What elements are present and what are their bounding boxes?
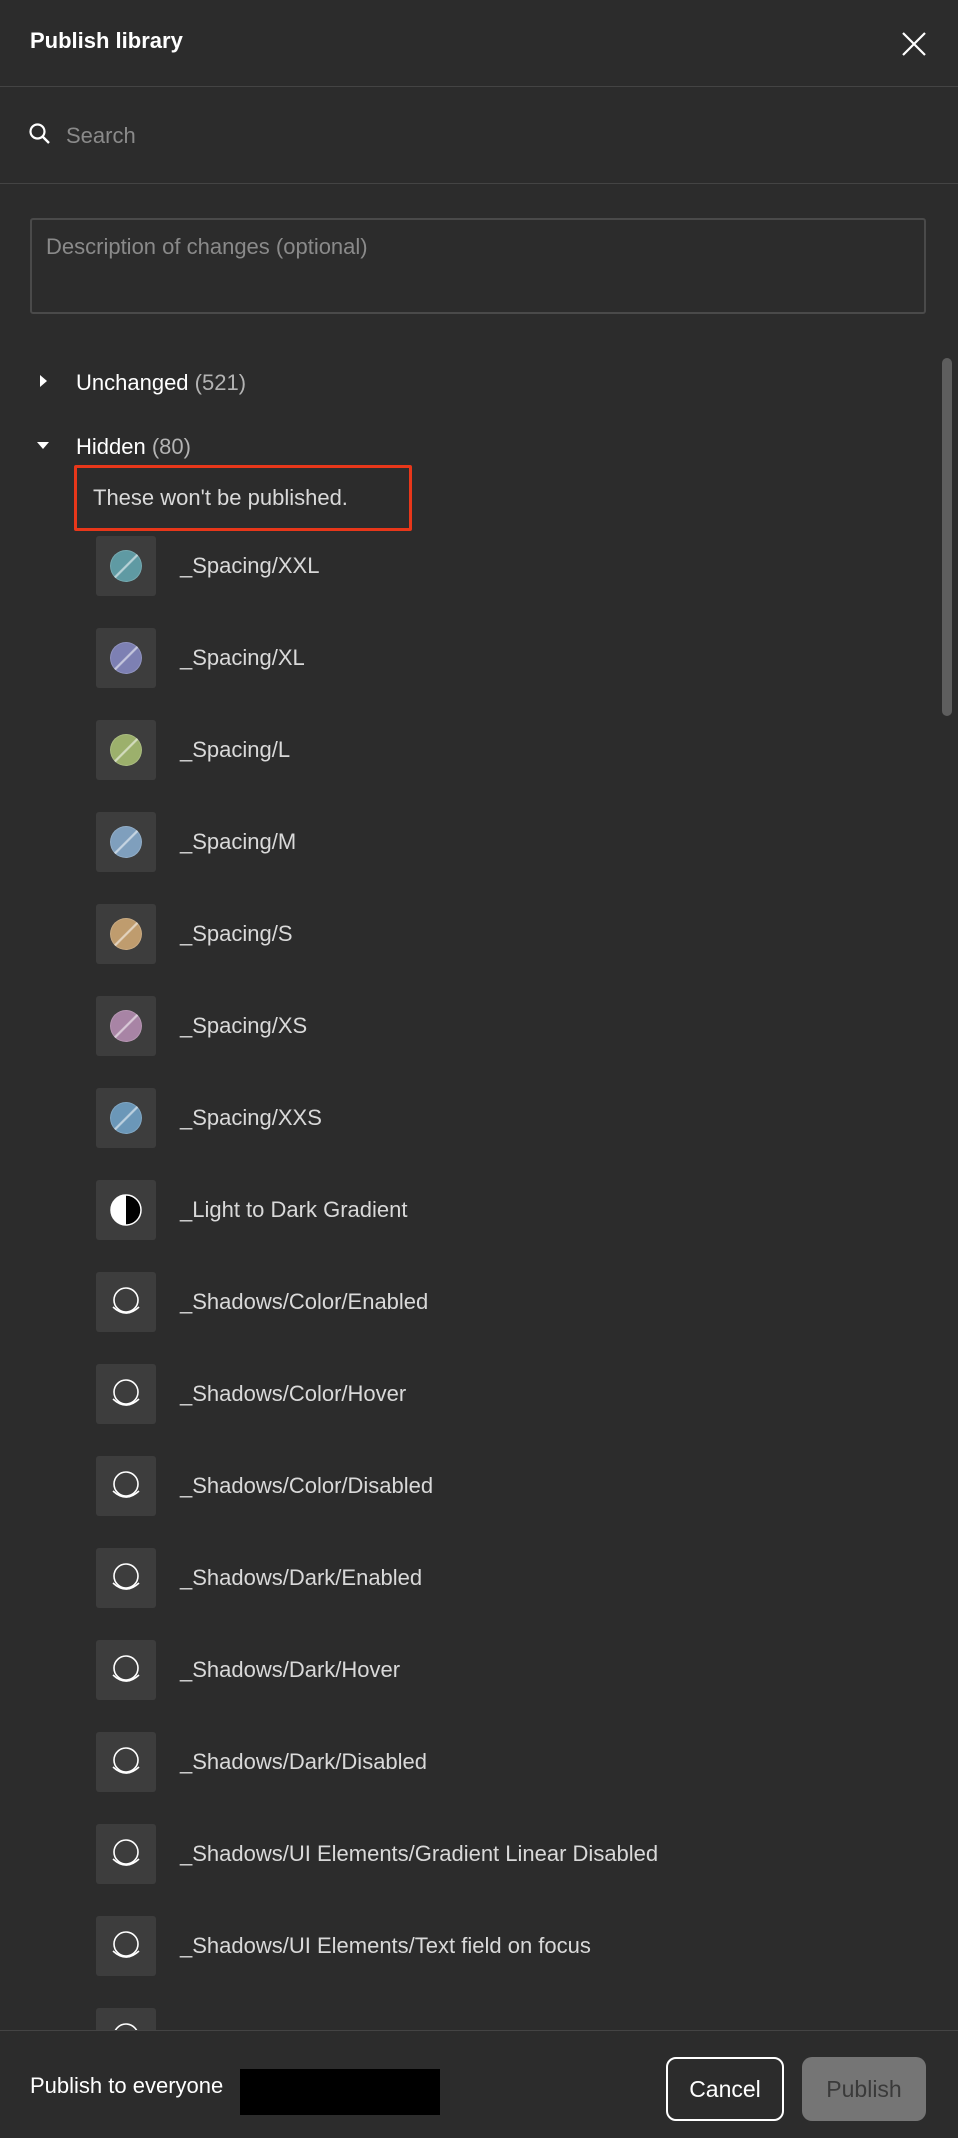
color-swatch-icon (110, 1102, 142, 1134)
dialog-title: Publish library (30, 28, 183, 53)
list-item[interactable]: _Spacing/XXL (0, 536, 940, 628)
list-item[interactable]: _Shadows/UI Elements/Text field on focus (0, 1916, 940, 2008)
gradient-swatch-icon (110, 1194, 142, 1226)
style-thumbnail (96, 536, 156, 596)
style-thumbnail (96, 1640, 156, 1700)
style-label: _Spacing/S (180, 921, 293, 946)
close-button[interactable] (896, 26, 932, 62)
style-label: _Shadows/Color/Disabled (180, 1473, 434, 1498)
style-thumbnail (96, 720, 156, 780)
shadow-effect-icon (114, 2023, 138, 2030)
redacted-area (240, 2069, 440, 2115)
list-item[interactable]: _Spacing/XS (0, 996, 940, 1088)
list-item[interactable]: _Spacing/XXS (0, 1088, 940, 1180)
scrollbar-thumb[interactable] (942, 358, 952, 716)
style-thumbnail (96, 1180, 156, 1240)
style-label: _Shadows/Dark/Enabled (180, 1565, 423, 1590)
style-thumbnail (96, 628, 156, 688)
shadow-effect-icon (112, 1931, 140, 1958)
search-icon (29, 123, 50, 144)
style-thumbnail (96, 996, 156, 1056)
color-swatch-icon (110, 550, 142, 582)
style-label: _Light to Dark Gradient (180, 1197, 408, 1222)
list-item[interactable]: _Shadows/Dark/Enabled (0, 1548, 940, 1640)
shadow-effect-icon (112, 1379, 140, 1406)
color-swatch-icon (110, 1010, 142, 1042)
group-unchanged-count: (521) (194, 370, 247, 395)
style-label: _Spacing/XXL (180, 553, 320, 578)
group-unchanged-name: Unchanged (76, 370, 189, 395)
publish-to-label: Publish to everyone (30, 2073, 224, 2098)
list-item[interactable] (0, 2008, 940, 2030)
group-hidden-label: Hidden (80) (76, 434, 191, 460)
color-swatch-icon (110, 918, 142, 950)
style-label: _Spacing/XXS (180, 1105, 322, 1130)
group-unchanged-toggle[interactable]: Unchanged (521) (0, 362, 940, 402)
shadow-effect-icon (112, 1287, 140, 1314)
list-item[interactable]: _Spacing/S (0, 904, 940, 996)
group-hidden-name: Hidden (76, 434, 146, 459)
style-thumbnail (96, 1916, 156, 1976)
group-unchanged-label: Unchanged (521) (76, 370, 246, 396)
style-thumbnail (96, 1548, 156, 1608)
style-label: _Spacing/M (180, 829, 297, 854)
list-item[interactable]: _Shadows/Color/Enabled (0, 1272, 940, 1364)
shadow-effect-icon (112, 1839, 140, 1866)
shadow-effect-icon (112, 1747, 140, 1774)
dialog-header: Publish library (0, 0, 958, 87)
list-item[interactable]: _Shadows/Dark/Hover (0, 1640, 940, 1732)
list-item[interactable]: _Shadows/Color/Hover (0, 1364, 940, 1456)
style-label: _Spacing/XS (180, 1013, 308, 1038)
style-thumbnail (96, 904, 156, 964)
list-item[interactable]: _Spacing/M (0, 812, 940, 904)
style-label: _Shadows/UI Elements/Text field on focus (180, 1933, 591, 1958)
close-icon (902, 32, 926, 56)
publish-library-dialog: Publish library Unchanged (521) (0, 0, 958, 2138)
list-item[interactable]: _Spacing/L (0, 720, 940, 812)
publish-button[interactable]: Publish (802, 2057, 926, 2121)
style-label: _Shadows/Color/Hover (180, 1381, 407, 1406)
cancel-button[interactable]: Cancel (666, 2057, 784, 2121)
caret-right-icon (40, 375, 47, 387)
style-label: _Spacing/L (180, 737, 291, 762)
search-bar (0, 88, 958, 184)
style-label: _Spacing/XL (180, 645, 305, 670)
list-item[interactable]: _Spacing/XL (0, 628, 940, 720)
shadow-effect-icon (112, 1471, 140, 1498)
style-thumbnail (96, 812, 156, 872)
hidden-note: These won't be published. (74, 465, 412, 531)
shadow-effect-icon (112, 1655, 140, 1682)
style-thumbnail (96, 1272, 156, 1332)
style-label: _Shadows/Color/Enabled (180, 1289, 429, 1314)
group-hidden-toggle[interactable]: Hidden (80) (0, 426, 940, 466)
style-thumbnail (96, 1456, 156, 1516)
list-item[interactable]: _Shadows/Dark/Disabled (0, 1732, 940, 1824)
list-item[interactable]: _Shadows/UI Elements/Gradient Linear Dis… (0, 1824, 940, 1916)
style-label: _Shadows/UI Elements/Gradient Linear Dis… (180, 1841, 659, 1866)
color-swatch-icon (110, 734, 142, 766)
caret-down-icon (37, 442, 49, 449)
style-thumbnail (96, 2008, 156, 2030)
list-item[interactable]: _Light to Dark Gradient (0, 1180, 940, 1272)
changes-list[interactable]: Unchanged (521) Hidden (80) These won't … (0, 340, 958, 2030)
style-thumbnail (96, 1364, 156, 1424)
shadow-effect-icon (112, 1563, 140, 1590)
style-thumbnail (96, 1088, 156, 1148)
dialog-footer: Publish to everyone Cancel Publish (0, 2030, 958, 2138)
color-swatch-icon (110, 642, 142, 674)
color-swatch-icon (110, 826, 142, 858)
search-input[interactable] (66, 114, 926, 158)
group-hidden-count: (80) (151, 434, 191, 459)
style-label: _Shadows/Dark/Hover (180, 1657, 401, 1682)
style-thumbnail (96, 1824, 156, 1884)
hidden-style-list: _Spacing/XXL _Spacing/XL _Spacing/L _Spacin… (0, 536, 940, 2030)
style-thumbnail (96, 1732, 156, 1792)
list-item[interactable]: _Shadows/Color/Disabled (0, 1456, 940, 1548)
style-label: _Shadows/Dark/Disabled (180, 1749, 428, 1774)
description-field[interactable] (30, 218, 926, 314)
